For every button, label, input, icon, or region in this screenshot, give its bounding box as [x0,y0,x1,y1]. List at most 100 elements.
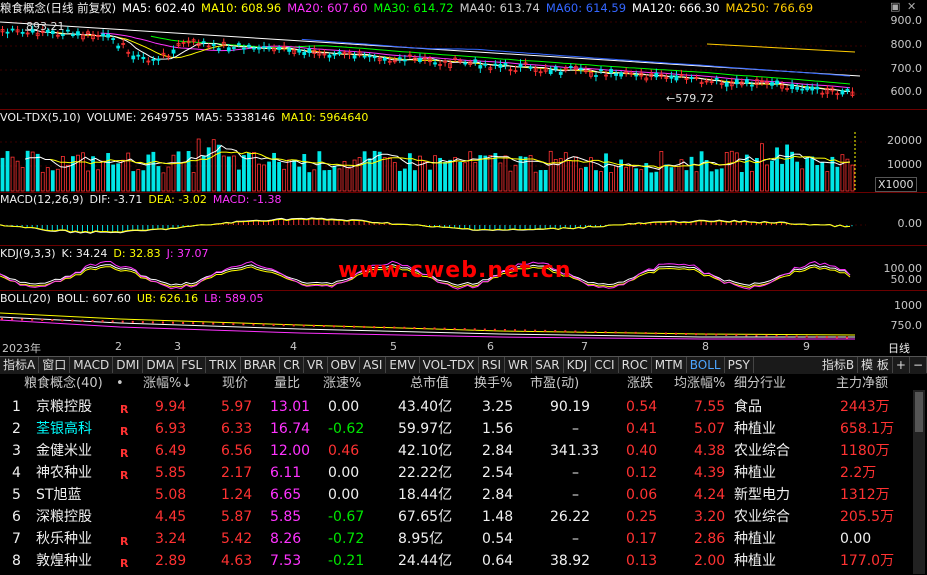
indicator-tab-right[interactable]: − [910,357,927,373]
volume-bar [327,169,332,192]
indicator-tab[interactable]: RSI [479,357,506,373]
candle-body [558,71,563,75]
boll-price-mark [705,333,708,336]
table-row[interactable]: 4 神农种业 R 5.85 2.17 6.11 0.00 22.22亿 2.54–0.12 4.3… [0,462,927,484]
volume-bar [337,168,342,192]
stock-name: 荃银高科 [36,421,92,437]
volume-bar [322,170,327,192]
indicator-tab[interactable]: MACD [70,357,114,373]
main-net-flow: 658.1万 [840,421,895,437]
table-scrollbar[interactable] [913,390,925,574]
table-row[interactable]: 7 秋乐种业 R 3.24 5.42 8.26 -0.72 8.95亿 0.54–0.17 2.8… [0,528,927,550]
indicator-tab[interactable]: 窗口 [39,357,71,373]
volume-bar [45,167,50,192]
col-header-change[interactable]: 涨幅%↓ [143,374,192,394]
indicator-tab[interactable]: VOL-TDX [420,357,479,373]
indicator-tab[interactable]: ROC [619,357,652,373]
volume-bar [131,171,136,192]
macd-dif: DIF: -3.71 [89,193,143,206]
scrollbar-thumb[interactable] [915,392,923,432]
volume-bar [10,156,15,192]
col-header-industry[interactable]: 细分行业 [734,374,786,394]
volume-bar [362,151,367,192]
volume-bar [473,162,478,192]
indicator-tab[interactable]: DMI [113,357,144,373]
col-header-name[interactable]: 粮食概念(40) [24,374,103,394]
col-header-price[interactable]: 现价 [222,374,248,394]
candle-body [463,62,468,65]
col-header-net[interactable]: 主力净额 [836,374,888,394]
speed-pct: -0.21 [328,553,365,569]
boll-chart[interactable] [0,305,866,340]
volume-bar [292,159,297,192]
price-delta: 0.13 [626,553,658,569]
col-header-pe[interactable]: 市盈(动) [530,374,579,394]
indicator-tab[interactable]: EMV [386,357,420,373]
col-header-avg[interactable]: 均涨幅% [674,374,725,394]
indicator-tab[interactable]: SAR [532,357,564,373]
volume-bar [649,172,654,192]
indicator-tab[interactable]: KDJ [564,357,592,373]
volume-bar [136,169,141,192]
boll-price-mark [835,336,838,339]
boll-price-mark [654,332,657,335]
main-y-tick: 700.0 [890,62,923,75]
indicator-tab[interactable]: BRAR [241,357,281,373]
indicator-tab-right[interactable]: + [893,357,910,373]
volume-bar [664,164,669,192]
stock-name: ST旭蓝 [36,487,82,503]
macd-chart[interactable] [0,206,866,244]
col-header-mcap[interactable]: 总市值 [410,374,449,394]
current-price: 6.56 [221,443,253,459]
col-header-delta[interactable]: 涨跌 [627,374,653,394]
indicator-tab[interactable]: CCI [591,357,619,373]
table-row[interactable]: 6 深粮控股 4.45 5.87 5.85 -0.67 67.65亿 1.48 26.22 0.2… [0,506,927,528]
candle-body [749,84,754,87]
indicator-tab[interactable]: CR [280,357,304,373]
indicator-tab-right[interactable]: 模 板 [858,357,893,373]
indicator-tab[interactable]: DMA [143,357,179,373]
table-row[interactable]: 2 荃银高科 R 6.93 6.33 16.74 -0.62 59.97亿 1.56–0.41 5… [0,418,927,440]
indicator-tab[interactable]: BOLL [687,357,725,373]
market-cap: 18.44亿 [398,487,453,503]
col-header-speed[interactable]: 涨速% [323,374,361,394]
volume-bar [589,157,593,192]
table-row[interactable]: 5 ST旭蓝 5.08 1.24 6.65 0.00 18.44亿 2.84 – 0.06 4.24… [0,484,927,506]
volume-bar [382,157,387,192]
expand-icon[interactable]: ▣ [890,0,900,13]
volume-bar [679,159,684,192]
table-row[interactable]: 1 京粮控股 R 9.94 5.97 13.01 0.00 43.40亿 3.25 90.19 0.… [0,396,927,418]
indicator-tab[interactable]: 指标A [0,357,40,373]
volume-bar [5,151,10,192]
indicator-tab[interactable]: VR [304,357,328,373]
table-row[interactable]: 8 敦煌种业 R 2.89 4.63 7.53 -0.21 24.44亿 0.64 38.92 0.… [0,550,927,572]
volume-bar [347,168,352,192]
volume-bar [609,172,613,192]
boll-price-mark [282,324,285,327]
col-header-turnover[interactable]: 换手% [474,374,512,394]
volume-bar [795,161,800,192]
avg-change: 4.39 [694,465,726,481]
volume-chart[interactable] [0,124,866,192]
indicator-tab[interactable]: WR [505,357,533,373]
candlestick-chart[interactable] [0,16,866,110]
candle-body [211,44,216,46]
indicator-tab[interactable]: TRIX [206,357,241,373]
row-number: 5 [12,487,21,503]
indicator-tab[interactable]: PSY [725,357,754,373]
candle-body [76,31,80,36]
turnover: 0.64 [482,553,514,569]
volume-bar [377,151,382,192]
indicator-tab[interactable]: OBV [328,357,361,373]
close-icon[interactable]: ✕ [907,0,916,13]
indicator-tab[interactable]: ASI [360,357,387,373]
pe-ratio: – [572,421,579,437]
indicator-tab-right[interactable]: 指标B [819,357,859,373]
avg-change: 3.20 [694,509,726,525]
indicator-tab[interactable]: FSL [178,357,207,373]
volume-bar [749,170,754,192]
period-label[interactable]: 日线 [888,340,910,356]
indicator-tab[interactable]: MTM [652,357,687,373]
col-header-volume-ratio[interactable]: 量比 [274,374,300,394]
table-row[interactable]: 3 金健米业 R 6.49 6.56 12.00 0.46 42.10亿 2.84 341.33 0… [0,440,927,462]
